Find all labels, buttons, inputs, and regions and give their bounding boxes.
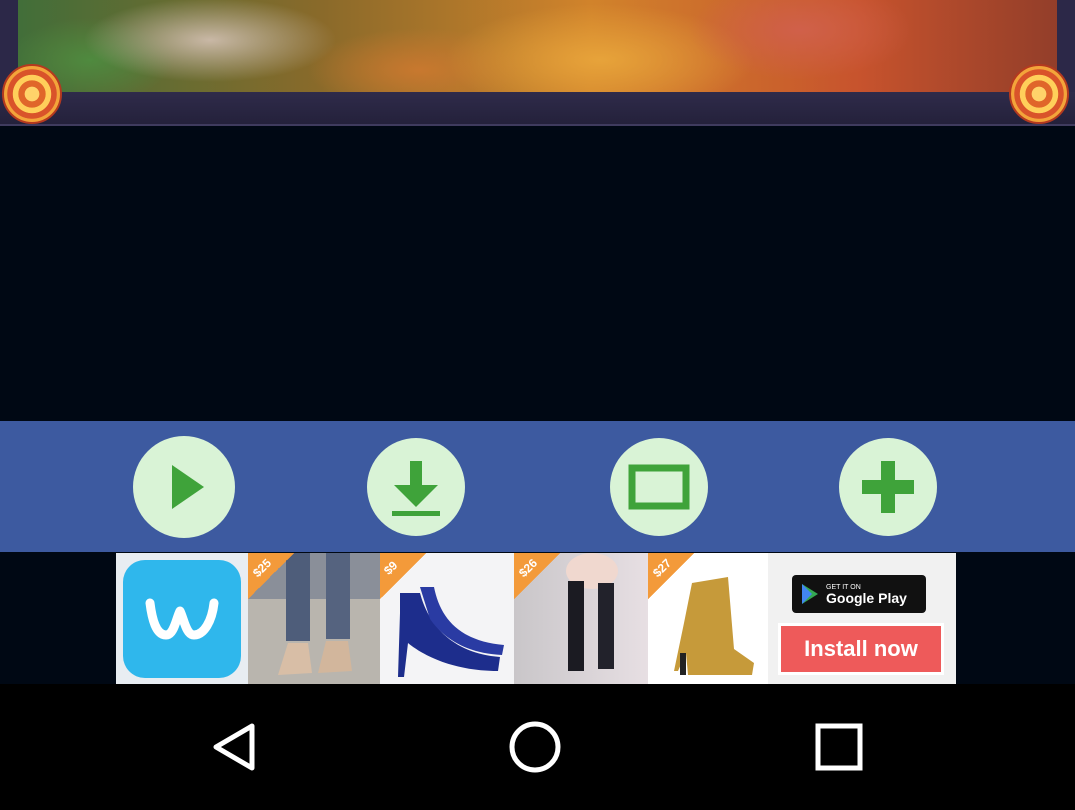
home-button[interactable] <box>508 720 562 779</box>
control-toolbar <box>0 421 1075 552</box>
ad-banner[interactable]: $25 $9 $26 $27 GET IT ON Google Play Ins… <box>116 553 956 684</box>
back-icon <box>213 723 255 771</box>
system-nav-bar <box>0 684 1075 810</box>
medallion-ornament <box>1009 64 1069 124</box>
price-tag: $9 <box>380 553 426 599</box>
wish-logo-icon <box>123 559 241 678</box>
google-play-badge[interactable]: GET IT ON Google Play <box>792 575 926 613</box>
price-tag: $26 <box>514 553 560 599</box>
add-button[interactable] <box>839 438 937 536</box>
back-button[interactable] <box>208 720 262 779</box>
badge-title: Google Play <box>826 589 907 606</box>
fullscreen-icon <box>628 464 690 510</box>
product-image-shoe: $26 <box>514 553 648 684</box>
artwork-image <box>0 0 1075 126</box>
download-icon <box>392 461 440 516</box>
product-image-shoe: $9 <box>380 553 514 684</box>
medallion-ornament <box>2 64 62 124</box>
google-play-icon <box>802 584 818 604</box>
price-tag: $27 <box>648 553 694 599</box>
play-icon <box>172 465 204 509</box>
price-tag: $25 <box>248 553 294 599</box>
home-icon <box>509 721 561 773</box>
frame-border <box>0 92 1075 126</box>
play-button[interactable] <box>133 436 235 538</box>
download-button[interactable] <box>367 438 465 536</box>
recents-icon <box>815 723 863 771</box>
product-image-shoe: $27 <box>648 553 768 684</box>
fullscreen-button[interactable] <box>610 438 708 536</box>
install-now-button[interactable]: Install now <box>778 623 944 675</box>
google-play-tile: GET IT ON Google Play Install now <box>768 553 956 684</box>
wish-logo-tile <box>116 553 248 684</box>
add-icon <box>862 461 914 513</box>
product-image-shoe: $25 <box>248 553 380 684</box>
recents-button[interactable] <box>812 720 866 779</box>
